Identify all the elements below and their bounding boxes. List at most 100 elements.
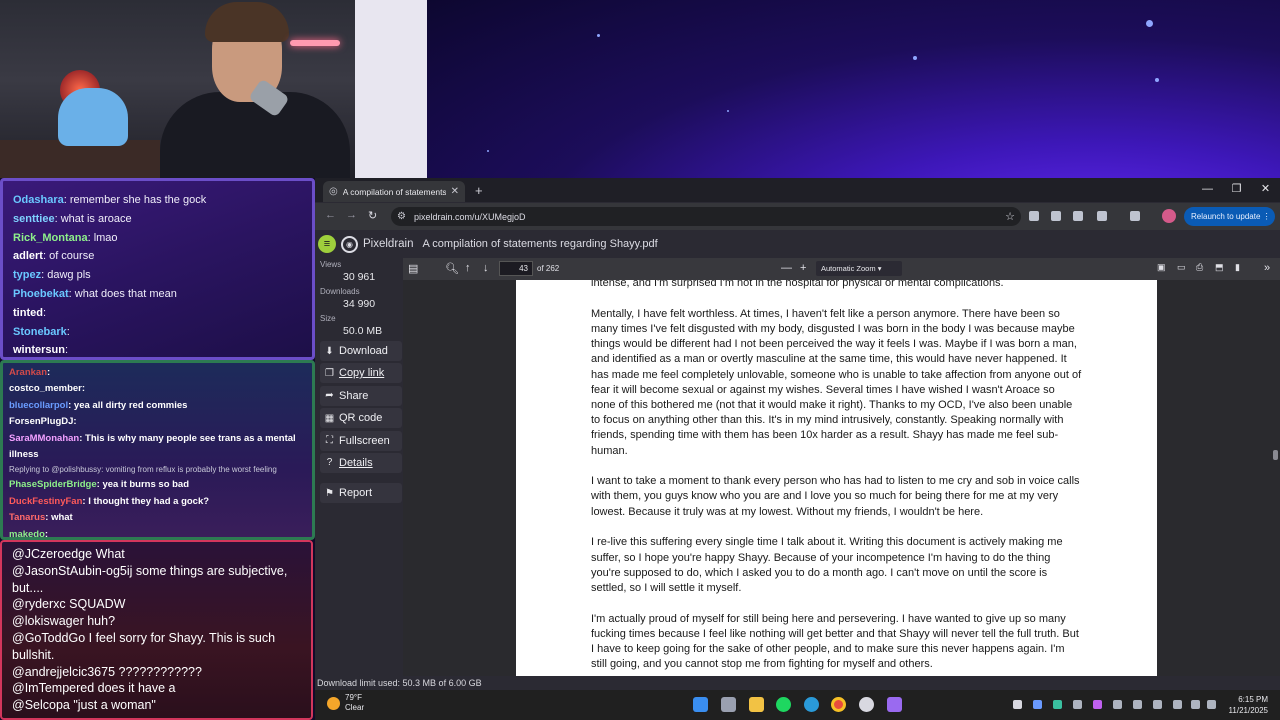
chat-username[interactable]: PhaseSpiderBridge <box>9 479 97 490</box>
chat-username[interactable]: makedo <box>9 529 45 537</box>
tray-app-icon[interactable] <box>1053 700 1062 709</box>
new-tab-button[interactable]: + <box>475 183 483 198</box>
edge-icon[interactable] <box>804 697 819 712</box>
chat-username[interactable]: @Selcopa <box>12 698 70 712</box>
extensions-puzzle-icon[interactable] <box>1097 211 1107 221</box>
chat-text: : <box>42 306 47 319</box>
tray-app-icon[interactable] <box>1153 700 1162 709</box>
chat-username[interactable]: @lokiswager <box>12 614 84 628</box>
chat-username[interactable]: @ImTempered <box>12 681 94 695</box>
chat-message: Arankan: <box>9 365 306 381</box>
tray-app-icon[interactable] <box>1133 700 1142 709</box>
chat-username[interactable]: wintersun <box>13 344 65 356</box>
site-info-icon[interactable]: ⚙ <box>397 211 406 222</box>
extension-icon[interactable] <box>1029 211 1039 221</box>
chrome-icon[interactable] <box>831 697 846 712</box>
chat-message: adlert: of course <box>13 247 304 266</box>
report-button[interactable]: ⚑ Report <box>320 483 402 504</box>
pdf-viewer[interactable]: intense, and I'm surprised I'm not in th… <box>403 280 1280 676</box>
fullscreen-button[interactable]: ⛶ Fullscreen <box>320 430 402 451</box>
chat-username[interactable]: typez <box>13 269 41 281</box>
network-icon[interactable] <box>1191 700 1200 709</box>
start-icon[interactable] <box>693 697 708 712</box>
sidebar-toggle-icon[interactable]: ▤ <box>408 262 418 275</box>
share-button[interactable]: ➦ Share <box>320 385 402 406</box>
chat-username[interactable]: Rick_Montana <box>13 232 88 244</box>
spotify-icon[interactable] <box>776 697 791 712</box>
print-icon[interactable]: ⎙ <box>1196 262 1203 273</box>
bookmark-star-icon[interactable]: ☆ <box>1005 210 1015 223</box>
tray-app-icon[interactable] <box>1033 700 1042 709</box>
close-tab-icon[interactable]: ✕ <box>451 186 459 197</box>
qr-code-button[interactable]: ▦ QR code <box>320 408 402 429</box>
chat-username[interactable]: @GoToddGo <box>12 631 85 645</box>
chat-username[interactable]: SaraMMonahan <box>9 433 79 444</box>
next-page-icon[interactable]: ↓ <box>483 262 489 274</box>
extension-icon[interactable] <box>1073 211 1083 221</box>
file-explorer-icon[interactable] <box>749 697 764 712</box>
chat-username[interactable]: @JasonStAubin-og5ij <box>12 564 132 578</box>
chat-username[interactable]: Tanarus <box>9 512 45 523</box>
zoom-out-icon[interactable]: — <box>781 262 792 274</box>
relaunch-button[interactable]: Relaunch to update ⋮ <box>1184 207 1275 226</box>
chat-username[interactable]: ForsenPlugDJ <box>9 416 73 427</box>
bookmark-icon[interactable]: ▮ <box>1235 262 1240 273</box>
address-bar[interactable]: ⚙ pixeldrain.com/u/XUMegjoD ☆ <box>391 207 1021 226</box>
copy-link-button[interactable]: ❐ Copy link <box>320 363 402 384</box>
chat-panel-top: Odashara: remember she has the gock sentt… <box>0 178 315 360</box>
chat-username[interactable]: Arankan <box>9 367 47 378</box>
details-button[interactable]: ? Details <box>320 452 402 473</box>
restore-icon[interactable]: ❐ <box>1222 178 1251 200</box>
previous-page-icon[interactable]: ↑ <box>465 262 471 274</box>
find-icon[interactable]: 🔍︎ <box>445 262 459 275</box>
chat-username[interactable]: senttiee <box>13 213 55 225</box>
chat-username[interactable]: Phoebekat <box>13 288 69 300</box>
zoom-select[interactable]: Automatic Zoom ▾ <box>816 261 902 276</box>
extension-icon[interactable] <box>1051 211 1061 221</box>
chat-username[interactable]: adlert <box>13 250 43 262</box>
profile-avatar[interactable] <box>1162 209 1176 223</box>
reload-icon[interactable]: ↻ <box>368 209 377 222</box>
presentation-mode-icon[interactable]: ▣ <box>1157 262 1166 273</box>
pdf-scrollbar[interactable] <box>1273 450 1278 460</box>
page-number-input[interactable]: 43 <box>499 261 533 276</box>
clock[interactable]: 6:15 PM 11/21/2025 <box>1229 694 1268 716</box>
tab-pdf[interactable]: ◎ A compilation of statements re ✕ <box>323 181 465 202</box>
app-icon[interactable] <box>887 697 902 712</box>
chat-username[interactable]: Stonebark <box>13 326 67 338</box>
weather-widget[interactable]: 79°F Clear <box>327 693 364 713</box>
chat-username[interactable]: @JCzeroedge <box>12 547 92 561</box>
volume-icon[interactable] <box>1207 700 1216 709</box>
chat-text: ???????????? <box>115 664 202 679</box>
download-label: Download <box>339 345 388 357</box>
menu-icon[interactable]: ≡ <box>318 235 336 253</box>
tools-menu-icon[interactable]: » <box>1264 262 1270 274</box>
chat-username[interactable]: costco_member <box>9 383 82 394</box>
clock-date: 11/21/2025 <box>1228 706 1268 715</box>
pixeldrain-brand[interactable]: Pixeldrain <box>363 238 414 250</box>
chat-username[interactable]: DuckFestinyFan <box>9 496 82 507</box>
qr-code-label: QR code <box>339 412 383 425</box>
cast-icon[interactable] <box>1130 211 1140 221</box>
close-window-icon[interactable]: ✕ <box>1251 178 1280 200</box>
minimize-icon[interactable]: — <box>1193 178 1222 200</box>
tray-app-icon[interactable] <box>1093 700 1102 709</box>
download-button[interactable]: ⬇ Download <box>320 341 402 361</box>
chat-username[interactable]: @ryderxc <box>12 597 66 611</box>
tray-app-icon[interactable] <box>1073 700 1082 709</box>
app-icon[interactable] <box>859 697 874 712</box>
tray-overflow-icon[interactable] <box>1013 700 1022 709</box>
forward-icon[interactable]: → <box>346 209 357 221</box>
task-view-icon[interactable] <box>721 697 736 712</box>
tray-app-icon[interactable] <box>1113 700 1122 709</box>
zoom-in-icon[interactable]: + <box>800 262 806 274</box>
chat-username[interactable]: Odashara <box>13 194 64 206</box>
pixeldrain-logo-icon[interactable]: ◉ <box>341 235 358 253</box>
chat-username[interactable]: tinted <box>13 307 43 319</box>
open-file-icon[interactable]: ▭ <box>1177 262 1186 273</box>
chat-username[interactable]: bluecollarpol <box>9 400 68 411</box>
chat-username[interactable]: @andrejjelcic3675 <box>12 665 115 679</box>
back-icon[interactable]: ← <box>325 209 336 221</box>
save-icon[interactable]: ⬒ <box>1215 262 1224 273</box>
tray-app-icon[interactable] <box>1173 700 1182 709</box>
